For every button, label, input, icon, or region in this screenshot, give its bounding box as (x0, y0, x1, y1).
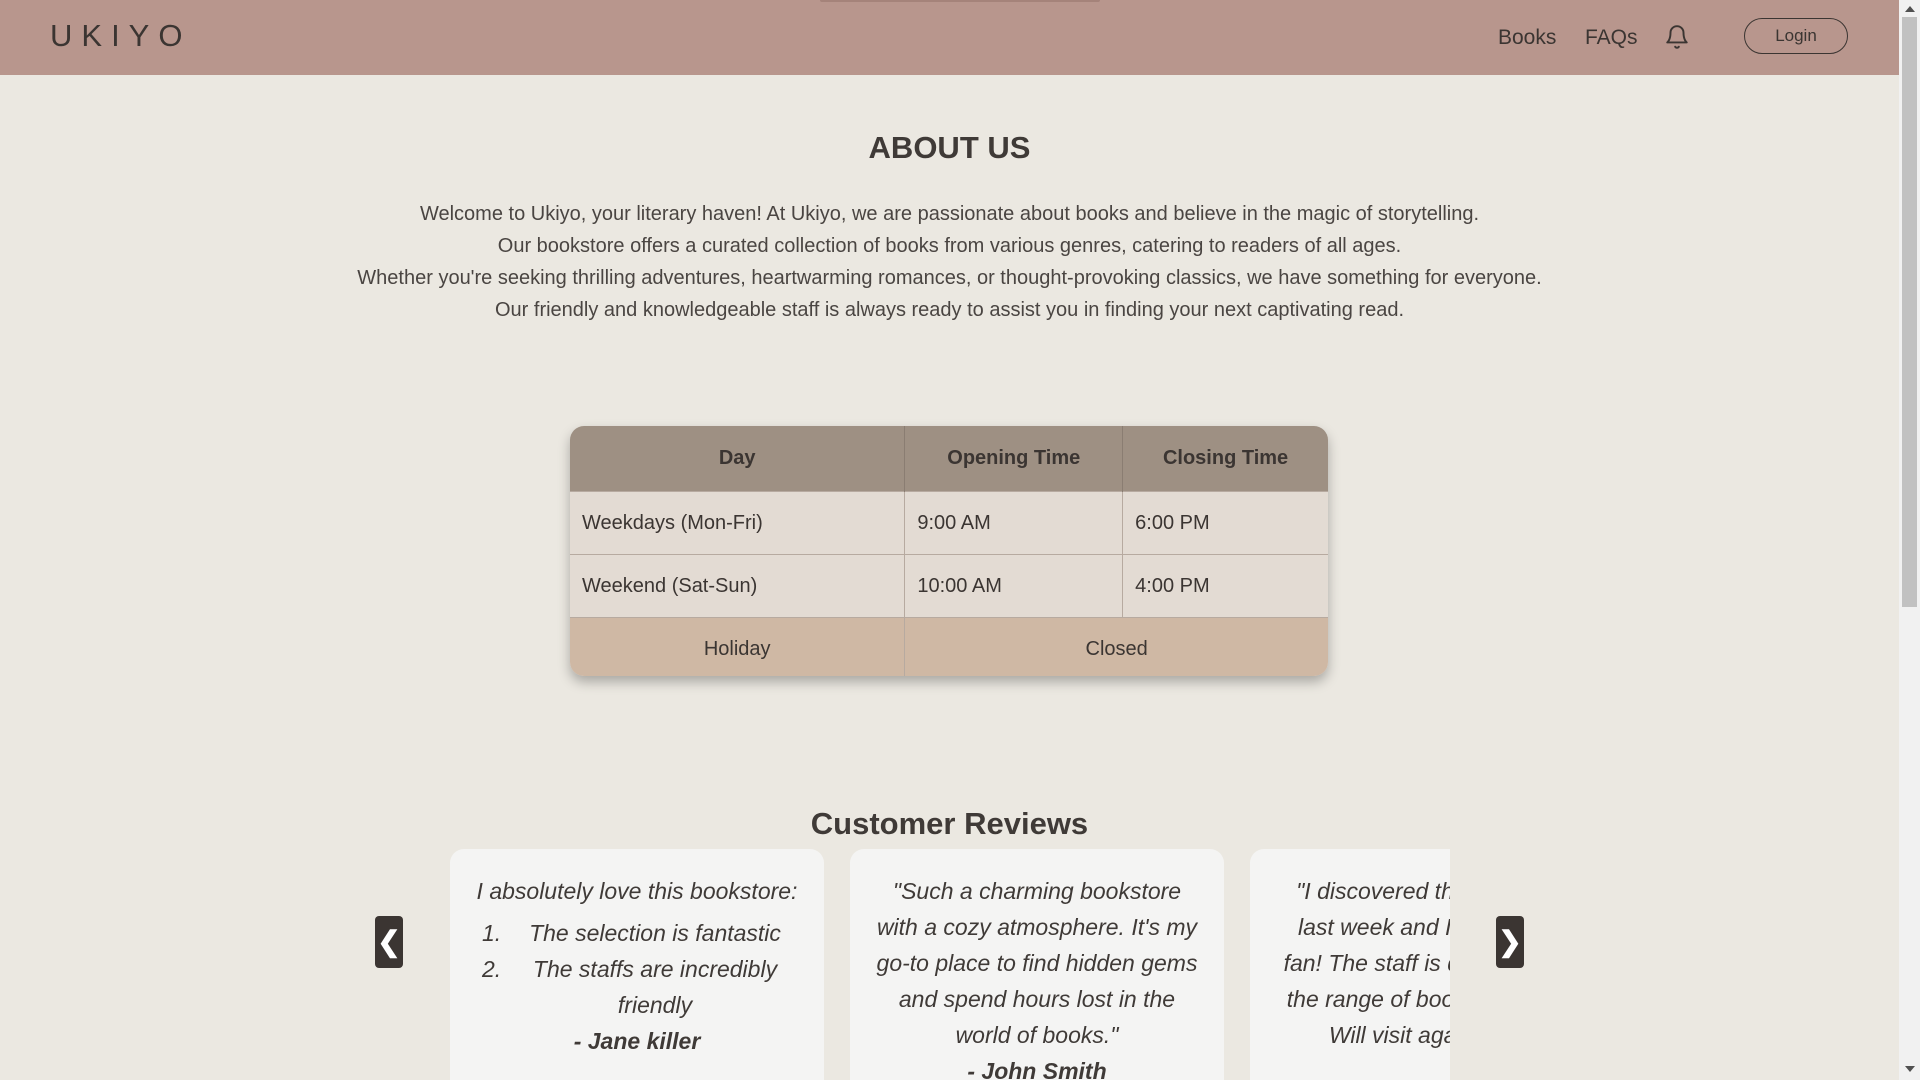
navbar-notch (820, 0, 1100, 2)
nav-link-books[interactable]: Books (1498, 26, 1556, 50)
cell-closing: 4:00 PM (1122, 554, 1328, 618)
header-day: Day (570, 426, 906, 492)
list-number: 2. (482, 956, 502, 982)
about-line: Our bookstore offers a curated collectio… (497, 235, 1402, 257)
header-closing-time: Closing Time (1122, 426, 1328, 492)
cell-opening: 9:00 AM (904, 491, 1124, 555)
page-scrollbar[interactable] (1899, 0, 1920, 1080)
review-intro: I absolutely love this bookstore: (476, 878, 798, 904)
carousel-next-button[interactable]: ❯ (1496, 916, 1524, 968)
review-author: - John Smith (967, 1058, 1107, 1080)
review-list-text: The selection is fantastic (529, 920, 781, 946)
list-number: 1. (482, 920, 502, 946)
about-line: Welcome to Ukiyo, your literary haven! A… (419, 203, 1480, 225)
reviews-title: Customer Reviews (810, 806, 1089, 841)
review-card: I absolutely love this bookstore: 1. The… (450, 849, 824, 1080)
holiday-row: Holiday Closed (570, 617, 1328, 676)
holiday-day: Holiday (570, 617, 906, 676)
holiday-status: Closed (904, 617, 1328, 676)
about-text: Welcome to Ukiyo, your literary haven! A… (0, 198, 1899, 326)
review-text: "Such a charming bookstore with a cozy a… (876, 878, 1198, 1048)
page: UKIYO Books FAQs Login ABOUT US Welcome … (0, 0, 1899, 1080)
cell-day: Weekend (Sat-Sun) (570, 554, 906, 618)
navbar: UKIYO Books FAQs Login (0, 0, 1899, 75)
review-author: - Jane killer (573, 1028, 701, 1054)
review-card: "Such a charming bookstore with a cozy a… (850, 849, 1224, 1080)
cell-day: Weekdays (Mon-Fri) (570, 491, 906, 555)
review-card: "I discovered this bookstore last week a… (1250, 849, 1450, 1080)
cell-opening: 10:00 AM (904, 554, 1124, 618)
table-row: Weekend (Sat-Sun) 10:00 AM 4:00 PM (570, 554, 1328, 618)
reviews-carousel: I absolutely love this bookstore: 1. The… (450, 849, 1450, 1080)
scroll-up-icon[interactable] (1905, 6, 1915, 12)
cell-closing: 6:00 PM (1122, 491, 1328, 555)
nav-link-faqs[interactable]: FAQs (1585, 26, 1638, 50)
about-title: ABOUT US (868, 130, 1031, 165)
scroll-down-icon[interactable] (1905, 1066, 1915, 1072)
table-row: Weekdays (Mon-Fri) 9:00 AM 6:00 PM (570, 491, 1328, 555)
bell-icon[interactable] (1664, 24, 1690, 50)
scroll-thumb[interactable] (1902, 17, 1917, 607)
hours-table: Day Opening Time Closing Time Weekdays (… (570, 426, 1328, 676)
header-opening-time: Opening Time (904, 426, 1124, 492)
about-line: Whether you're seeking thrilling adventu… (357, 267, 1542, 289)
login-button[interactable]: Login (1744, 18, 1848, 54)
review-list: 1. The selection is fantastic 2. The sta… (476, 915, 798, 1023)
review-list-item: 1. The selection is fantastic (476, 915, 798, 951)
review-text: "I discovered this bookstore last week a… (1283, 878, 1450, 1048)
review-list-item: 2. The staffs are incredibly friendly (476, 951, 798, 1023)
review-list-text: The staffs are incredibly friendly (532, 956, 778, 1018)
carousel-prev-button[interactable]: ❮ (375, 916, 403, 968)
about-line: Our friendly and knowledgeable staff is … (494, 299, 1405, 321)
hours-header-row: Day Opening Time Closing Time (570, 426, 1328, 492)
logo[interactable]: UKIYO (50, 18, 191, 54)
